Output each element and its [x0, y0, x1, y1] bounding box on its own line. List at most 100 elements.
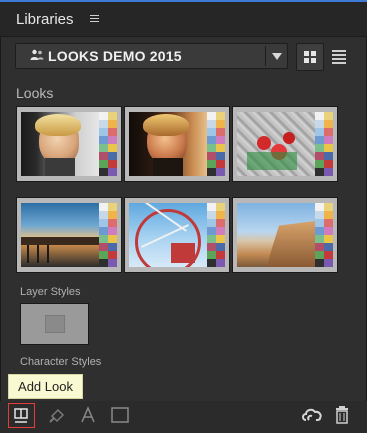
color-swatches: [207, 112, 225, 176]
color-swatch: [207, 243, 216, 251]
color-swatch: [99, 211, 108, 219]
creative-cloud-icon[interactable]: [300, 406, 324, 424]
color-swatch: [324, 219, 333, 227]
grid-view-button[interactable]: [296, 43, 324, 71]
color-swatch: [315, 120, 324, 128]
color-swatch: [324, 211, 333, 219]
color-swatch: [99, 152, 108, 160]
color-swatch: [99, 136, 108, 144]
color-swatches: [207, 203, 225, 267]
color-swatch: [99, 168, 108, 176]
color-swatch: [108, 227, 117, 235]
color-swatch: [216, 259, 225, 267]
list-icon: [332, 50, 346, 64]
color-swatch: [216, 152, 225, 160]
color-swatch: [99, 227, 108, 235]
color-swatch: [108, 251, 117, 259]
triangle-down-icon[interactable]: [272, 53, 282, 60]
color-swatch: [99, 128, 108, 136]
color-swatch: [108, 243, 117, 251]
color-swatch: [207, 251, 216, 259]
people-icon: [30, 49, 44, 60]
trash-icon[interactable]: [334, 405, 350, 425]
color-swatch: [315, 203, 324, 211]
color-swatch: [108, 152, 117, 160]
panel-header: Libraries: [0, 2, 367, 37]
color-swatch: [207, 219, 216, 227]
color-swatch: [315, 211, 324, 219]
color-swatches: [315, 112, 333, 176]
color-swatch: [99, 243, 108, 251]
color-swatch: [108, 144, 117, 152]
character-styles-heading: Character Styles: [20, 356, 102, 368]
color-swatch: [315, 219, 324, 227]
color-swatch: [324, 160, 333, 168]
layer-style-thumbnail[interactable]: [20, 303, 89, 345]
look-thumbnail[interactable]: [124, 197, 230, 273]
color-swatch: [207, 203, 216, 211]
color-swatch: [207, 235, 216, 243]
look-image: [237, 112, 315, 176]
color-swatch: [207, 259, 216, 267]
color-swatch: [207, 120, 216, 128]
color-swatch: [216, 203, 225, 211]
color-swatch: [216, 251, 225, 259]
look-image: [129, 112, 207, 176]
color-swatch: [324, 112, 333, 120]
color-swatch: [315, 227, 324, 235]
color-swatch: [207, 227, 216, 235]
color-swatch: [324, 168, 333, 176]
color-swatch: [216, 227, 225, 235]
look-image: [21, 203, 99, 267]
color-swatch: [216, 168, 225, 176]
color-swatch: [207, 160, 216, 168]
color-swatch: [324, 243, 333, 251]
color-swatch: [216, 235, 225, 243]
color-swatch: [324, 152, 333, 160]
color-swatch: [315, 251, 324, 259]
color-swatch: [216, 112, 225, 120]
color-swatch: [324, 120, 333, 128]
look-thumbnail[interactable]: [124, 106, 230, 182]
text-icon[interactable]: [80, 406, 96, 424]
color-swatch: [324, 259, 333, 267]
color-swatch: [99, 203, 108, 211]
color-swatch: [207, 211, 216, 219]
layer-styles-heading: Layer Styles: [20, 286, 81, 298]
hamburger-icon[interactable]: [90, 13, 99, 22]
color-swatch: [324, 251, 333, 259]
add-look-button[interactable]: [8, 403, 35, 428]
look-thumbnail[interactable]: [232, 106, 338, 182]
look-image: [21, 112, 99, 176]
look-image: [129, 203, 207, 267]
color-swatch: [315, 160, 324, 168]
color-swatch: [324, 144, 333, 152]
color-swatch: [324, 128, 333, 136]
graphic-icon[interactable]: [110, 406, 130, 424]
color-swatch: [99, 251, 108, 259]
color-swatch: [108, 211, 117, 219]
color-swatch: [315, 112, 324, 120]
color-swatch: [324, 227, 333, 235]
color-swatch: [207, 128, 216, 136]
color-swatch: [108, 128, 117, 136]
look-thumbnail[interactable]: [16, 197, 122, 273]
look-thumbnail[interactable]: [16, 106, 122, 182]
color-swatch: [216, 144, 225, 152]
color-swatch: [99, 219, 108, 227]
color-swatch: [99, 120, 108, 128]
list-view-button[interactable]: [326, 43, 352, 69]
color-swatch: [324, 235, 333, 243]
look-thumbnail[interactable]: [232, 197, 338, 273]
color-swatch: [99, 112, 108, 120]
color-swatch: [108, 160, 117, 168]
fill-icon[interactable]: [48, 407, 66, 425]
color-swatch: [216, 136, 225, 144]
look-image: [237, 203, 315, 267]
library-dropdown[interactable]: LOOKS DEMO 2015: [15, 43, 288, 69]
color-swatch: [108, 203, 117, 211]
color-swatch: [315, 128, 324, 136]
color-swatch: [324, 136, 333, 144]
color-swatch: [108, 120, 117, 128]
color-swatches: [99, 203, 117, 267]
